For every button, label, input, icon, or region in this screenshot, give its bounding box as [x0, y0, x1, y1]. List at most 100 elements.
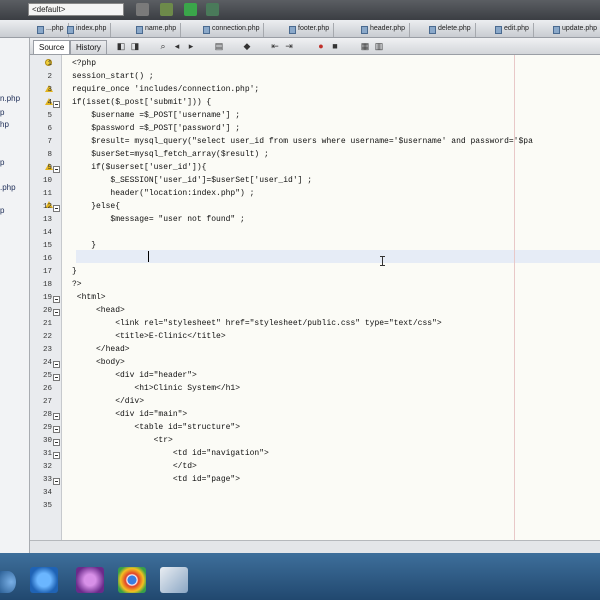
hammer-icon[interactable]	[136, 3, 149, 16]
code-line: ?>	[72, 280, 82, 289]
fold-toggle-icon[interactable]	[53, 478, 60, 485]
stop-macro-icon[interactable]: ■	[330, 41, 340, 51]
fold-toggle-icon[interactable]	[53, 426, 60, 433]
file-tab-label: update.php	[562, 25, 598, 32]
ibeam-cursor-icon	[380, 256, 385, 266]
line-number: 22	[42, 333, 52, 341]
fold-toggle-icon[interactable]	[53, 452, 60, 459]
code-line: session_start() ;	[72, 72, 154, 81]
php-file-icon	[136, 26, 143, 34]
file-tab-label: header.php	[370, 25, 406, 32]
ie-icon[interactable]	[30, 567, 58, 593]
fold-toggle-icon[interactable]	[53, 374, 60, 381]
fold-toggle-icon[interactable]	[53, 205, 60, 212]
line-number: 9	[47, 164, 52, 172]
fold-toggle-icon[interactable]	[53, 309, 60, 316]
php-file-icon	[361, 26, 368, 34]
shift-left-icon[interactable]: ⇤	[270, 41, 280, 51]
php-file-icon	[203, 26, 210, 34]
file-tab[interactable]: edit.php	[492, 23, 534, 37]
project-file-item[interactable]: .php	[0, 183, 16, 192]
file-tab[interactable]: footer.php	[286, 23, 335, 37]
line-number: 12	[42, 203, 52, 211]
code-line: if(isset($_post['submit'])) {	[72, 98, 212, 107]
tab-history[interactable]: History	[70, 40, 107, 54]
uncomment-icon[interactable]: ▥	[374, 41, 384, 51]
horizontal-scrollbar[interactable]	[30, 540, 600, 553]
media-player-icon[interactable]	[76, 567, 104, 593]
fold-toggle-icon[interactable]	[53, 413, 60, 420]
find-prev-icon[interactable]: ◂	[172, 41, 182, 51]
shift-right-icon[interactable]: ⇥	[284, 41, 294, 51]
file-tab[interactable]: header.php	[358, 23, 411, 37]
line-number: 5	[47, 112, 52, 120]
profile-select[interactable]: <default>	[28, 3, 124, 16]
code-line: <html>	[72, 293, 106, 302]
file-tab[interactable]: name.php	[133, 23, 182, 37]
toggle-highlight-icon[interactable]: ▤	[214, 41, 224, 51]
fold-toggle-icon[interactable]	[53, 166, 60, 173]
code-line: <table id="structure">	[72, 423, 241, 432]
project-file-item[interactable]: p	[0, 206, 4, 215]
code-line: <body>	[72, 358, 125, 367]
comment-icon[interactable]: ▦	[360, 41, 370, 51]
code-line: }else{	[72, 202, 121, 211]
text-caret	[148, 251, 149, 262]
code-line: require_once 'includes/connection.php';	[72, 85, 260, 94]
code-editor[interactable]: <?php session_start() ; require_once 'in…	[62, 55, 600, 540]
code-line: }	[72, 267, 77, 276]
file-tab[interactable]: delete.php	[426, 23, 476, 37]
forward-icon[interactable]: ◨	[130, 41, 140, 51]
line-number-gutter: 1 2 3 4 5 6 7 8 9 10 11 12 13 14 15 16 1…	[30, 55, 62, 540]
fold-toggle-icon[interactable]	[53, 296, 60, 303]
file-tab[interactable]: connection.php	[200, 23, 265, 37]
file-tab-label: edit.php	[504, 25, 529, 32]
search-icon[interactable]: ⌕	[158, 41, 168, 51]
code-line: header("location:index.php") ;	[72, 189, 255, 198]
right-margin-guide	[514, 55, 515, 540]
back-icon[interactable]: ◧	[116, 41, 126, 51]
line-number: 33	[42, 476, 52, 484]
code-line: <div id="main">	[72, 410, 188, 419]
fold-toggle-icon[interactable]	[53, 439, 60, 446]
line-number: 7	[47, 138, 52, 146]
project-file-item[interactable]: hp	[0, 120, 9, 129]
file-tab[interactable]: index.php	[64, 23, 112, 37]
php-file-icon	[429, 26, 436, 34]
line-number: 32	[42, 463, 52, 471]
line-number: 13	[42, 216, 52, 224]
virtualbox-icon[interactable]	[160, 567, 188, 593]
editor-header: Source History ◧ ◨ ⌕ ◂ ▸ ▤ ◆ ⇤ ⇥ ● ■ ▦ ▥	[30, 38, 600, 55]
code-line: $userSet=mysql_fetch_array($result) ;	[72, 150, 269, 159]
fold-toggle-icon[interactable]	[53, 361, 60, 368]
code-line: <?php	[72, 59, 97, 68]
clean-build-icon[interactable]	[160, 3, 173, 16]
project-file-item[interactable]: p	[0, 158, 4, 167]
line-number: 21	[42, 320, 52, 328]
line-number: 16	[42, 255, 52, 263]
php-file-icon	[37, 26, 44, 34]
line-number: 4	[47, 99, 52, 107]
tab-source[interactable]: Source	[33, 40, 71, 54]
line-number: 3	[47, 86, 52, 94]
line-number: 34	[42, 489, 52, 497]
debug-icon[interactable]	[206, 3, 219, 16]
chrome-icon[interactable]	[118, 567, 146, 593]
code-line: $result= mysql_query("select user_id fro…	[72, 137, 533, 146]
project-file-item[interactable]: p	[0, 108, 4, 117]
code-line: if($userset['user_id']){	[72, 163, 207, 172]
project-panel: n.php p hp p .php p	[0, 38, 30, 553]
find-next-icon[interactable]: ▸	[186, 41, 196, 51]
project-file-item[interactable]: n.php	[0, 94, 20, 103]
record-macro-icon[interactable]: ●	[316, 41, 326, 51]
line-number: 10	[42, 177, 52, 185]
main-toolbar: <default>	[0, 0, 600, 20]
bookmark-icon[interactable]: ◆	[242, 41, 252, 51]
run-icon[interactable]	[184, 3, 197, 16]
file-tab-label: delete.php	[438, 25, 471, 32]
fold-toggle-icon[interactable]	[53, 101, 60, 108]
os-taskbar	[0, 553, 600, 600]
start-button-icon[interactable]	[0, 571, 16, 593]
file-tab[interactable]: update.php	[550, 23, 600, 37]
line-number: 24	[42, 359, 52, 367]
